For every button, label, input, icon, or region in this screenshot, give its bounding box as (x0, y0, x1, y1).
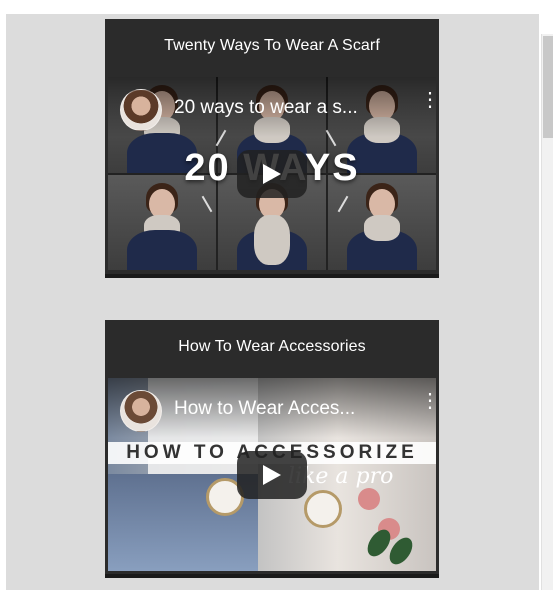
card-title: Twenty Ways To Wear A Scarf (164, 37, 380, 54)
channel-avatar[interactable] (120, 390, 162, 432)
thumbnail-flower (358, 488, 380, 510)
thumbnail-watch (304, 490, 342, 528)
play-button[interactable] (237, 450, 307, 499)
video-card-accessories: How To Wear Accessories HOW TO ACCESSORI… (105, 320, 439, 578)
video-player[interactable]: 20 WAYS 20 ways to wear a s... ⋮ (108, 77, 436, 270)
video-card-scarf: Twenty Ways To Wear A Scarf 20 WAYS 20 w… (105, 19, 439, 278)
play-button[interactable] (237, 149, 307, 198)
card-title: How To Wear Accessories (178, 338, 366, 355)
card-bottom-bar (105, 274, 439, 278)
play-icon (263, 163, 281, 184)
play-icon (263, 464, 281, 485)
video-title[interactable]: 20 ways to wear a s... (174, 97, 404, 119)
scrollbar[interactable] (541, 34, 553, 590)
video-player[interactable]: HOW TO ACCESSORIZE like a pro How to Wea… (108, 378, 436, 571)
video-title[interactable]: How to Wear Acces... (174, 398, 404, 420)
channel-avatar[interactable] (120, 89, 162, 131)
more-vert-icon[interactable]: ⋮ (420, 90, 436, 119)
scrollbar-thumb[interactable] (543, 36, 553, 138)
more-vert-icon[interactable]: ⋮ (420, 391, 436, 420)
card-bottom-bar (105, 574, 439, 578)
